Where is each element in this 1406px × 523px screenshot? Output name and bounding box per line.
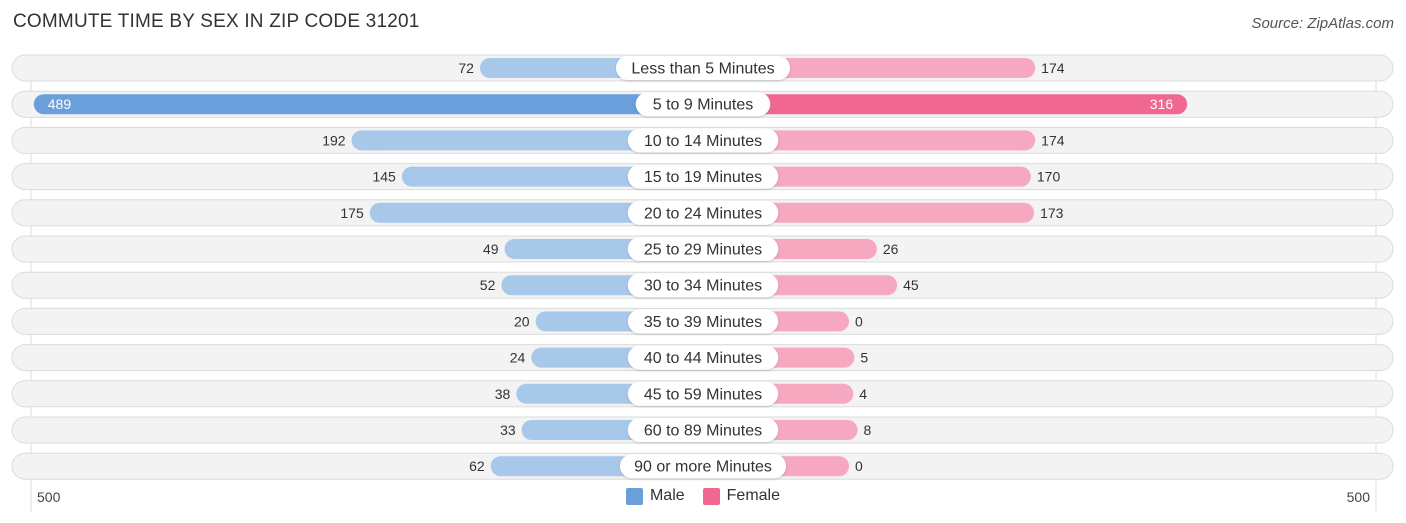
bar-row: 145 170 15 to 19 Minutes [11, 163, 1394, 191]
female-value-label: 26 [883, 241, 899, 257]
category-label: 90 or more Minutes [634, 459, 772, 476]
female-value-label: 0 [855, 458, 863, 474]
legend-swatch-female [702, 487, 720, 505]
bar-row: 20 0 35 to 39 Minutes [11, 307, 1394, 335]
female-value-label: 173 [1040, 205, 1064, 221]
category-label: 40 to 44 Minutes [644, 350, 762, 367]
category-label: Less than 5 Minutes [631, 61, 774, 78]
female-value-label: 174 [1041, 132, 1065, 148]
male-value-label: 24 [510, 350, 526, 366]
bar-row: 52 45 30 to 34 Minutes [11, 271, 1394, 299]
male-value-label: 38 [495, 386, 511, 402]
category-label: 10 to 14 Minutes [644, 133, 762, 150]
category-label: 5 to 9 Minutes [653, 97, 754, 114]
male-value-label: 62 [469, 458, 485, 474]
legend-item-female[interactable]: Female [702, 487, 781, 505]
category-label: 30 to 34 Minutes [644, 278, 762, 295]
legend: Male Female [0, 487, 1406, 505]
category-label: 35 to 39 Minutes [644, 314, 762, 331]
bar-row: 192 174 10 to 14 Minutes [11, 126, 1394, 154]
bar-row: 62 0 90 or more Minutes [11, 452, 1394, 480]
male-bar [33, 94, 703, 115]
category-label: 20 to 24 Minutes [644, 205, 762, 222]
female-value-label: 4 [859, 386, 867, 402]
male-value-label: 192 [322, 132, 346, 148]
female-value-label: 45 [903, 277, 919, 293]
female-bar [703, 94, 1188, 115]
legend-label-male: Male [649, 487, 685, 504]
female-value-label: 5 [860, 350, 868, 366]
bar-row: 33 8 60 to 89 Minutes [11, 416, 1394, 444]
female-value-label: 174 [1041, 60, 1065, 76]
category-label: 15 to 19 Minutes [644, 169, 762, 186]
male-value-label: 72 [458, 60, 474, 76]
category-label: 25 to 29 Minutes [644, 242, 762, 259]
bar-row: 72 174 Less than 5 Minutes [11, 54, 1394, 82]
bar-row: 49 26 25 to 29 Minutes [11, 235, 1394, 263]
category-label: 60 to 89 Minutes [644, 423, 762, 440]
bar-row: 24 5 40 to 44 Minutes [11, 344, 1394, 372]
male-value-label: 145 [372, 169, 396, 185]
bar-row: 38 4 45 to 59 Minutes [11, 380, 1394, 408]
chart-area: 72 174 Less than 5 Minutes 489 316 5 to 9 Min… [11, 54, 1394, 512]
male-value-label: 489 [48, 96, 72, 112]
category-label: 45 to 59 Minutes [644, 386, 762, 403]
legend-item-male[interactable]: Male [625, 487, 685, 505]
male-value-label: 49 [483, 241, 499, 257]
female-value-label: 0 [855, 313, 863, 329]
female-value-label: 8 [864, 422, 872, 438]
legend-label-female: Female [726, 487, 781, 504]
legend-swatch-male [625, 487, 643, 505]
male-value-label: 20 [514, 313, 530, 329]
male-value-label: 52 [480, 277, 496, 293]
female-value-label: 170 [1037, 169, 1061, 185]
bar-row: 489 316 5 to 9 Minutes [11, 90, 1394, 118]
female-value-label: 316 [1150, 96, 1174, 112]
male-value-label: 175 [340, 205, 364, 221]
bar-row: 175 173 20 to 24 Minutes [11, 199, 1394, 227]
male-value-label: 33 [500, 422, 516, 438]
